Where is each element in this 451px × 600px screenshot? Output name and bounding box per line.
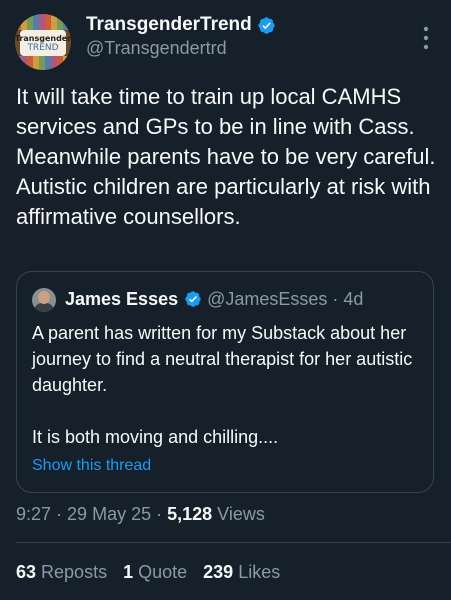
views-count: 5,128 (167, 504, 213, 524)
reposts-count: 63 (16, 562, 37, 582)
verified-badge-icon (185, 291, 201, 307)
avatar-logo: Transgender TREND (15, 30, 71, 56)
quotes-stat[interactable]: 1 Quote (123, 562, 187, 583)
quoted-timestamp[interactable]: 4d (343, 289, 363, 310)
tweet-meta: 9:27 · 29 May 25 · 5,128 Views (16, 504, 265, 525)
meta-separator: · (151, 504, 168, 524)
quoted-author-avatar[interactable] (32, 288, 56, 312)
quoted-display-name[interactable]: James Esses (65, 289, 178, 310)
tweet-header: Transgender TREND TransgenderTrend @Tran… (0, 0, 451, 80)
author-avatar[interactable]: Transgender TREND (15, 14, 71, 70)
show-thread-link[interactable]: Show this thread (32, 457, 151, 475)
avatar-pattern-bottom (15, 56, 71, 70)
likes-label: Likes (233, 562, 281, 582)
avatar-body-shape (34, 303, 54, 312)
quoted-header: James Esses @JamesEsses · 4d (65, 286, 363, 312)
quoted-separator: · (332, 288, 339, 309)
avatar-logo-line1: Transgender (15, 33, 71, 43)
quoted-tweet[interactable]: James Esses @JamesEsses · 4d A parent ha… (16, 271, 434, 493)
avatar-face-shape (38, 291, 50, 304)
divider (16, 542, 451, 543)
reposts-label: Reposts (36, 562, 108, 582)
meta-separator: · (51, 504, 68, 524)
quotes-label: Quote (133, 562, 188, 582)
quotes-count: 1 (123, 562, 134, 582)
more-options-icon[interactable] (420, 24, 432, 52)
avatar-logo-line2: TREND (27, 42, 59, 53)
likes-stat[interactable]: 239 Likes (203, 562, 280, 583)
likes-count: 239 (203, 562, 234, 582)
verified-badge-icon (258, 16, 275, 34)
reposts-stat[interactable]: 63 Reposts (16, 562, 107, 583)
author-display-name[interactable]: TransgenderTrend (86, 14, 252, 36)
quoted-text: A parent has written for my Substack abo… (32, 323, 413, 447)
tweet-time[interactable]: 9:27 (16, 504, 51, 524)
author-name-row: TransgenderTrend (86, 12, 276, 38)
engagement-stats: 63 Reposts 1 Quote 239 Likes (16, 562, 296, 583)
quoted-handle[interactable]: @JamesEsses (207, 289, 327, 310)
views-label: Views (212, 504, 265, 524)
tweet-text: It will take time to train up local CAMH… (16, 84, 436, 229)
tweet-date[interactable]: 29 May 25 (67, 504, 151, 524)
avatar-pattern-top (15, 14, 71, 30)
author-handle[interactable]: @Transgendertrd (86, 38, 227, 59)
